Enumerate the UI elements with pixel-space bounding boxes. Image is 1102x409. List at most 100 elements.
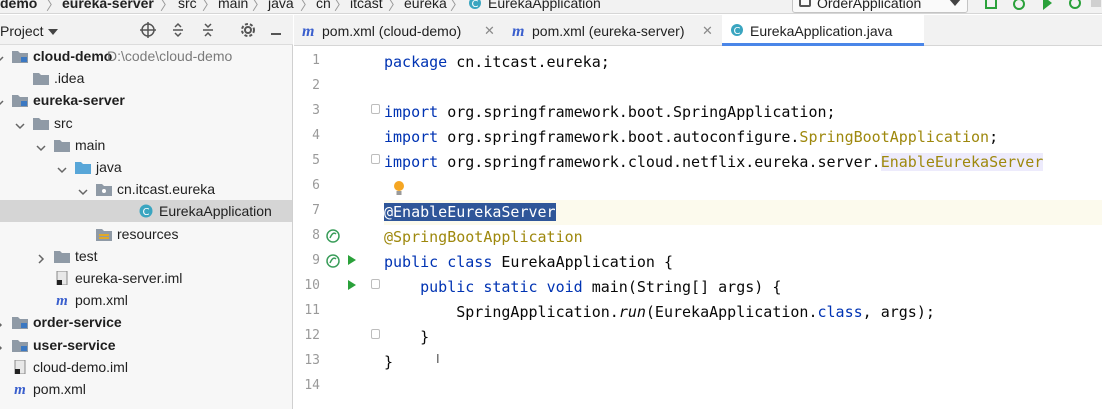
line-number: 1 [312,53,320,68]
run-gutter-icon[interactable] [348,280,356,290]
folder-icon [33,116,49,130]
tree-item[interactable]: eureka-server [0,89,292,111]
chevron-right-icon[interactable] [36,251,46,264]
code-line-12[interactable]: } [384,325,1102,350]
breadcrumb-itcast[interactable]: itcast [350,0,383,11]
keyword: import [384,153,439,171]
maven-icon: m [512,23,525,40]
tab-pom-eureka-server[interactable]: m pom.xml (eureka-server) ✕ [504,15,720,46]
package-icon [96,182,112,197]
spring-bean-icon[interactable] [326,254,340,268]
fold-marker-icon[interactable] [371,154,380,164]
line-number: 11 [304,303,320,318]
tree-item[interactable]: src [0,112,292,134]
spring-bean-icon[interactable] [326,229,340,243]
breadcrumb-module[interactable]: eureka-server [62,0,154,11]
code-text: } [384,328,430,346]
tab-label: pom.xml (cloud-demo) [322,23,462,39]
tree-item[interactable]: cn.itcast.eureka [0,178,292,200]
code-line-14[interactable] [384,375,1102,400]
gear-icon[interactable] [240,22,256,38]
breadcrumb-project[interactable]: demo [0,0,37,11]
tree-item[interactable]: .idea [0,67,292,89]
collapse-all-icon[interactable] [200,22,216,38]
tree-item[interactable]: java [0,156,292,178]
code-line-9[interactable]: public class EurekaApplication { [384,250,1102,275]
maven-icon: m [54,293,70,309]
chevron-down-icon[interactable] [57,162,67,174]
chevron-down-icon[interactable] [15,118,25,129]
stop-icon[interactable] [1090,0,1102,10]
fold-marker-icon[interactable] [371,279,380,289]
code-editor[interactable]: 1 2 3 4 5 6 7 8 9 10 11 12 13 14 package cn.itcast.eu… [294,47,1102,409]
debug-icon[interactable] [1012,0,1026,10]
chevron-down-icon[interactable] [36,140,46,151]
navigation-bar: demo 〉 eureka-server 〉 src 〉 main 〉 java… [0,0,1102,14]
locate-file-icon[interactable] [140,22,156,38]
close-icon[interactable]: ✕ [484,23,495,39]
tree-item[interactable]: cloud-demo.iml [0,356,292,378]
line-number: 7 [312,203,320,218]
breadcrumb-java[interactable]: java [268,0,294,11]
coverage-icon[interactable] [1068,0,1082,10]
close-icon[interactable]: ✕ [702,23,713,39]
code-line-13[interactable]: } [384,350,1102,375]
code-text: } [384,353,394,371]
tab-pom-cloud-demo[interactable]: m pom.xml (cloud-demo) ✕ [294,15,502,46]
folder-icon [33,71,49,86]
breadcrumb-src[interactable]: src [178,0,197,11]
tree-item[interactable]: m pom.xml [0,289,292,311]
code-line-6[interactable] [384,175,1102,200]
code-line-2[interactable] [384,75,1102,100]
line-number: 4 [312,128,320,143]
chevron-down-icon [949,0,961,6]
code-line-4[interactable]: import org.springframework.boot.autoconf… [384,125,1102,150]
code-line-10[interactable]: public static void main(String[] args) { [384,275,1102,300]
project-view-selector[interactable]: Project [0,23,44,39]
tree-item[interactable]: C EurekaApplication [0,200,292,223]
tree-item[interactable]: resources [0,223,292,245]
run-icon[interactable] [1040,0,1054,10]
tree-item[interactable]: main [0,134,292,156]
chevron-right-icon[interactable] [0,340,4,350]
chevron-down-icon[interactable] [78,184,88,196]
tree-item-label: resources [117,225,179,242]
tree-item[interactable]: m pom.xml [0,378,292,400]
code-line-5[interactable]: import org.springframework.cloud.netflix… [384,150,1102,175]
breadcrumb-main[interactable]: main [218,0,248,11]
keyword: import [384,128,439,146]
tree-item[interactable]: test [0,245,292,267]
breadcrumb-cn[interactable]: cn [316,0,331,11]
breadcrumb-separator: 〉 [202,0,216,13]
tree-item[interactable]: user-service [0,334,292,356]
breadcrumb-eureka[interactable]: eureka [404,0,447,11]
code-text: (EurekaApplication. [645,303,818,321]
chevron-down-icon[interactable] [0,51,4,62]
code-line-8[interactable]: @SpringBootApplication [384,225,1102,250]
maven-icon: m [302,23,315,40]
keyword: import [384,103,439,121]
code-line-11[interactable]: SpringApplication.run(EurekaApplication.… [384,300,1102,325]
run-gutter-icon[interactable] [348,255,356,265]
code-line-3[interactable]: import org.springframework.boot.SpringAp… [384,100,1102,125]
chevron-right-icon[interactable] [0,317,4,328]
build-icon[interactable] [984,0,998,10]
fold-marker-icon[interactable] [371,104,380,114]
minimize-icon[interactable] [268,22,284,38]
code-line-1[interactable]: package cn.itcast.eureka; [384,50,1102,75]
tab-label: pom.xml (eureka-server) [532,23,685,39]
fold-marker-icon[interactable] [371,329,380,339]
tab-eureka-application[interactable]: C EurekaApplication.java [722,15,924,46]
expand-all-icon[interactable] [170,22,186,38]
run-configuration-dropdown[interactable]: OrderApplication [792,0,968,13]
tree-item[interactable]: eureka-server.iml [0,267,292,289]
tree-item[interactable]: order-service [0,311,292,333]
breadcrumb-file[interactable]: EurekaApplication [488,0,601,11]
tree-item-label: java [96,159,122,175]
chevron-down-icon[interactable] [0,95,4,106]
chevron-down-icon[interactable] [48,29,58,35]
tree-item[interactable]: cloud-demo D:\code\cloud-demo [0,45,292,67]
code-line-7[interactable]: @EnableEurekaServer [384,200,1102,225]
